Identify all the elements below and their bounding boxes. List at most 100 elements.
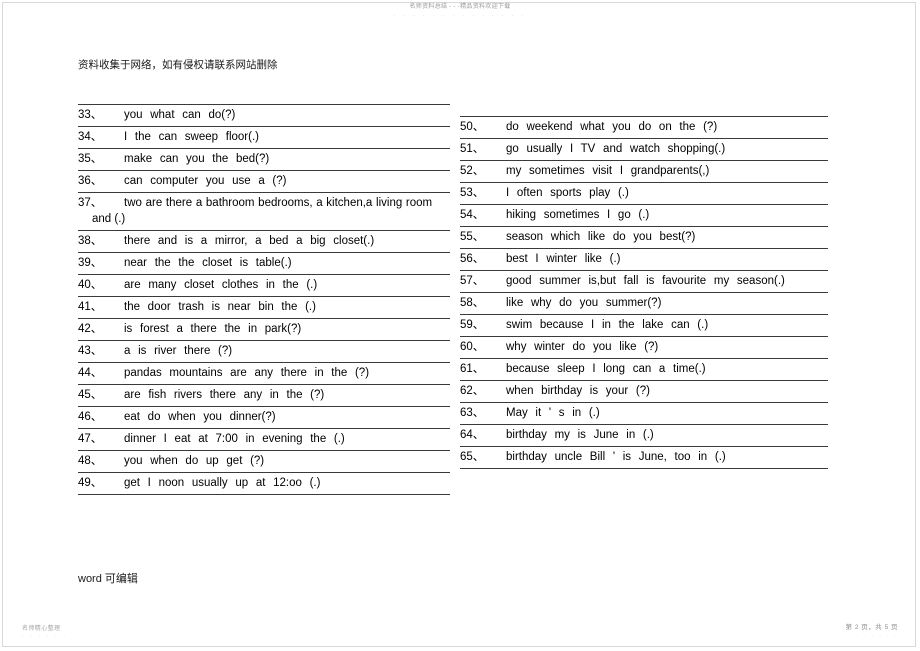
exercise-row: 56、 best I winter like (.) [460,249,828,271]
exercise-text: birthday uncle Bill ' is June, too in (.… [506,451,726,463]
exercise-number: 47、 [78,433,103,445]
exercise-text: is forest a there the in park(?) [124,323,302,335]
exercise-row: 38、 there and is a mirror, a bed a big cl… [78,231,450,253]
exercise-text: pandas mountains are any there in the (?… [124,367,370,379]
exercise-text: do weekend what you do on the (?) [506,121,718,133]
exercise-row: 34、 I the can sweep floor(.) [78,127,450,149]
exercise-number: 58、 [460,297,485,309]
exercise-number: 63、 [460,407,485,419]
exercise-number: 39、 [78,257,103,269]
exercise-row: 60、 why winter do you like (?) [460,337,828,359]
exercise-text: because sleep I long can a time(.) [506,363,706,375]
exercise-row: 45、 are fish rivers there any in the (?) [78,385,450,407]
exercise-text-continuation: and (.) [92,213,126,225]
watermark-bottom-right-dots: · · · · · · [856,633,898,639]
exercise-row: 52、 my sometimes visit I grandparents(,) [460,161,828,183]
exercise-row: 57、 good summer is,but fall is favourite … [460,271,828,293]
exercise-column-left: 33、 you what can do(?) 34、 I the can sweep … [78,104,450,495]
exercise-row: 54、 hiking sometimes I go (.) [460,205,828,227]
exercise-number: 65、 [460,451,485,463]
exercise-number: 54、 [460,209,485,221]
exercise-text: I often sports play (.) [506,187,629,199]
exercise-row: 42、 is forest a there the in park(?) [78,319,450,341]
exercise-text: why winter do you like (?) [506,341,659,353]
exercise-row: 44、 pandas mountains are any there in the… [78,363,450,385]
exercise-number: 44、 [78,367,103,379]
exercise-row: 65、 birthday uncle Bill ' is June, too in… [460,447,828,469]
exercise-text: eat do when you dinner(?) [124,411,276,423]
exercise-number: 53、 [460,187,485,199]
exercise-text: season which like do you best(?) [506,231,696,243]
exercise-text: May it ' s in (.) [506,407,600,419]
exercise-number: 64、 [460,429,485,441]
exercise-text: are fish rivers there any in the (?) [124,389,325,401]
exercise-number: 33、 [78,109,103,121]
exercise-text: near the the closet is table(.) [124,257,292,269]
exercise-number: 51、 [460,143,485,155]
exercise-row: 48、 you when do up get (?) [78,451,450,473]
exercise-row: 53、 I often sports play (.) [460,183,828,205]
document-footer-note: word 可编辑 [78,573,138,585]
exercise-row: 64、 birthday my is June in (.) [460,425,828,447]
exercise-text: you when do up get (?) [124,455,265,467]
exercise-text: there and is a mirror, a bed a big close… [124,235,375,247]
exercise-text: like why do you summer(?) [506,297,662,309]
exercise-number: 50、 [460,121,485,133]
exercise-text: two are there a bathroom bedrooms, a kit… [124,197,433,209]
watermark-page-number: 第 2 页，共 5 页 [845,624,898,631]
exercise-text: my sometimes visit I grandparents(,) [506,165,710,177]
exercise-text: make can you the bed(?) [124,153,270,165]
exercise-row: 55、 season which like do you best(?) [460,227,828,249]
exercise-row: 58、 like why do you summer(?) [460,293,828,315]
exercise-number: 46、 [78,411,103,423]
exercise-number: 41、 [78,301,103,313]
exercise-number: 52、 [460,165,485,177]
exercise-number: 59、 [460,319,485,331]
exercise-text: I the can sweep floor(.) [124,131,259,143]
exercise-number: 43、 [78,345,103,357]
exercise-row: 63、 May it ' s in (.) [460,403,828,425]
exercise-text: are many closet clothes in the (.) [124,279,318,291]
exercise-text: a is river there (?) [124,345,233,357]
watermark-bottom-left-dots: · · · · · · [22,634,68,640]
exercise-text: get I noon usually up at 12:oo (.) [124,477,321,489]
exercise-text: birthday my is June in (.) [506,429,654,441]
exercise-columns: 33、 you what can do(?) 34、 I the can sweep … [0,0,920,651]
exercise-row: 37、 two are there a bathroom bedrooms, a … [78,193,450,231]
exercise-text: when birthday is your (?) [506,385,650,397]
exercise-column-right: 50、 do weekend what you do on the (?) 51、 g… [460,116,828,469]
exercise-row: 47、 dinner I eat at 7:00 in evening the (… [78,429,450,451]
exercise-text: the door trash is near bin the (.) [124,301,316,313]
exercise-row: 46、 eat do when you dinner(?) [78,407,450,429]
exercise-row: 41、 the door trash is near bin the (.) [78,297,450,319]
exercise-number: 35、 [78,153,103,165]
exercise-number: 36、 [78,175,103,187]
exercise-row: 49、 get I noon usually up at 12:oo (.) [78,473,450,495]
watermark-bottom-left: 名师精心整理 [22,626,61,632]
exercise-row: 33、 you what can do(?) [78,104,450,127]
exercise-number: 62、 [460,385,485,397]
exercise-number: 38、 [78,235,103,247]
exercise-row: 62、 when birthday is your (?) [460,381,828,403]
exercise-number: 48、 [78,455,103,467]
exercise-row: 40、 are many closet clothes in the (.) [78,275,450,297]
exercise-number: 56、 [460,253,485,265]
exercise-number: 60、 [460,341,485,353]
exercise-number: 55、 [460,231,485,243]
exercise-text: hiking sometimes I go (.) [506,209,650,221]
exercise-row: 36、 can computer you use a (?) [78,171,450,193]
exercise-number: 49、 [78,477,103,489]
exercise-text: you what can do(?) [124,109,236,121]
exercise-number: 37、 [78,197,103,209]
exercise-number: 42、 [78,323,103,335]
exercise-text: go usually I TV and watch shopping(.) [506,143,726,155]
exercise-text: can computer you use a (?) [124,175,287,187]
exercise-number: 45、 [78,389,103,401]
exercise-row: 59、 swim because I in the lake can (.) [460,315,828,337]
exercise-number: 57、 [460,275,485,287]
exercise-row: 35、 make can you the bed(?) [78,149,450,171]
exercise-text: good summer is,but fall is favourite my … [506,275,785,287]
exercise-row: 50、 do weekend what you do on the (?) [460,116,828,139]
exercise-row: 43、 a is river there (?) [78,341,450,363]
exercise-row: 51、 go usually I TV and watch shopping(.) [460,139,828,161]
